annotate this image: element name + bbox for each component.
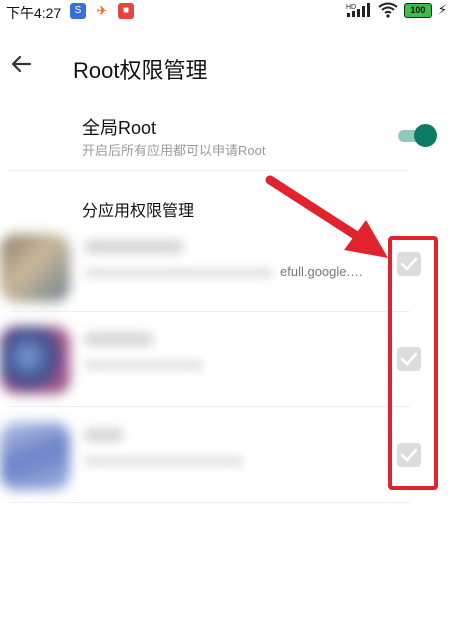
page-title: Root权限管理 [73,58,208,83]
divider [10,502,410,503]
app-package-name: efull.google.… [84,264,363,279]
notification-app-icon: ✈ [96,3,108,18]
status-time: 下午4:27 [6,5,62,21]
divider [10,406,410,407]
annotation-highlight-box [388,236,438,490]
global-root-row[interactable]: 全局Root 开启后所有应用都可以申请Root [0,104,455,170]
global-root-subtitle: 开启后所有应用都可以申请Root [82,143,266,158]
wifi-icon [378,2,398,18]
app-list-item[interactable] [0,410,455,502]
app-package-name [84,452,250,467]
global-root-title: 全局Root [82,118,157,138]
back-button[interactable] [8,50,36,78]
toggle-thumb [414,124,437,147]
app-name-blurred [84,240,184,254]
app-package-name [84,356,210,371]
divider [10,170,410,171]
status-indicators: HD 100 ⚡ [346,2,447,18]
app-name-blurred [84,428,124,442]
divider [10,311,410,312]
app-list-item[interactable]: efull.google.… [0,222,455,314]
notification-app-icon: S [70,3,86,19]
network-type-label: HD [346,4,356,11]
app-header: Root权限管理 [0,44,455,88]
app-icon [0,422,70,490]
section-title: 分应用权限管理 [82,203,195,220]
app-icon [0,234,70,302]
app-list-item[interactable] [0,314,455,406]
arrow-left-icon [11,55,32,73]
app-name-blurred [84,332,154,346]
charging-icon: ⚡ [437,2,447,17]
signal-icon: HD [346,3,370,17]
global-root-toggle[interactable] [398,124,438,147]
app-icon [0,326,70,394]
notification-icons: S ✈ ■ [70,3,134,19]
notification-app-icon: ■ [118,3,134,19]
status-bar: 下午4:27 S ✈ ■ HD 100 ⚡ [0,0,455,24]
battery-icon: 100 [403,2,432,18]
